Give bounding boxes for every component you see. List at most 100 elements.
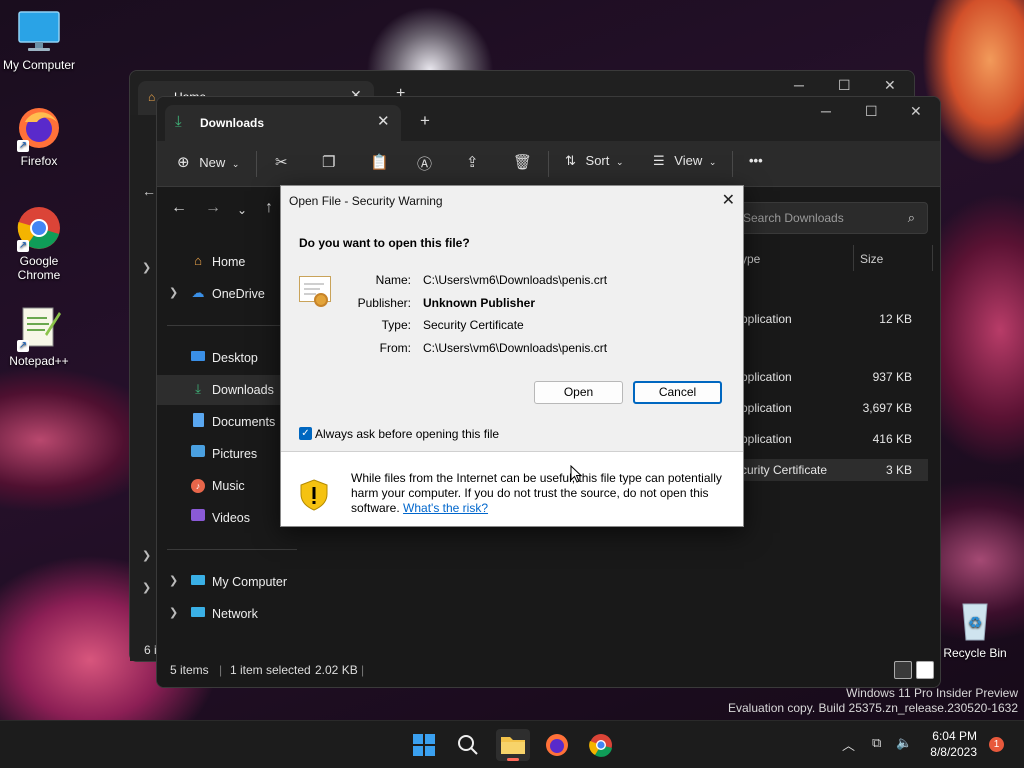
forward-arrow-icon[interactable]: → [205,199,221,217]
paste-icon[interactable]: 📋 [370,153,389,171]
tiles-view-button[interactable] [916,661,934,679]
always-ask-checkbox[interactable]: ✓ [299,427,312,440]
warning-text: While files from the Internet can be use… [351,471,731,516]
chevron-right-icon[interactable]: ❯ [169,606,178,619]
view-button[interactable]: ☰ View ⌄ [653,153,716,169]
maximize-icon[interactable]: ☐ [838,77,851,94]
back-arrow-icon[interactable]: ← [142,183,156,199]
clock[interactable]: 6:04 PM 8/8/2023 [930,728,977,760]
status-bar: 5 items | 1 item selected 2.02 KB | [157,653,940,687]
back-arrow-icon[interactable]: ← [171,199,187,217]
cancel-button[interactable]: Cancel [633,381,722,404]
sidebar-item-my-computer[interactable]: ❯ My Computer [157,567,315,597]
search-placeholder: Search Downloads [743,211,844,225]
field-value-type: Security Certificate [423,318,524,332]
search-button[interactable] [451,729,485,761]
field-label-from: From: [379,341,411,355]
chrome-icon: ↗ [15,204,63,252]
close-icon[interactable]: ✕ [884,77,896,94]
always-ask-label[interactable]: Always ask before opening this file [315,427,499,441]
notification-badge[interactable]: 1 [989,737,1004,752]
desktop-icon-label: My Computer [2,58,76,72]
volume-icon[interactable]: 🔈 [896,735,912,751]
sort-button[interactable]: ⇅ Sort ⌄ [565,153,624,169]
tab-close-icon[interactable]: ✕ [377,112,390,130]
column-header-size[interactable]: Size [860,252,883,266]
field-label-name: Name: [375,273,411,287]
security-warning-dialog[interactable]: Open File - Security Warning ✕ Do you wa… [280,185,744,527]
chevron-right-icon[interactable]: ❯ [142,549,151,562]
file-type: pplication [741,401,792,415]
network-icon[interactable]: ⧉ [872,735,881,751]
chevron-down-icon[interactable]: ⌄ [237,203,247,217]
explorer-titlebar: ⤓ Downloads ✕ + ─ ☐ ✕ [157,97,940,141]
desktop-icon [190,349,206,365]
toolbar-separator [256,151,257,177]
delete-icon[interactable]: 🗑 [513,153,532,171]
svg-text:♻: ♻ [968,613,982,632]
music-icon: ♪ [190,477,206,493]
search-icon: ⌕ [907,210,915,225]
chevron-right-icon[interactable]: ❯ [142,581,151,594]
notepad-plus-plus-icon: ↗ [15,304,63,352]
desktop-icon-my-computer[interactable]: My Computer [0,8,78,72]
open-button[interactable]: Open [534,381,623,404]
desktop-icon-recycle-bin[interactable]: ♻ Recycle Bin [936,596,1014,660]
sidebar-item-label: Downloads [212,383,274,397]
close-icon[interactable]: ✕ [722,190,735,210]
show-hidden-icons-chevron-icon[interactable]: ︿ [842,735,855,754]
sort-icon: ⇅ [565,153,576,168]
copy-icon[interactable]: ❐ [322,153,335,171]
firefox-taskbar-button[interactable] [540,729,574,761]
clock-time: 6:04 PM [932,729,977,743]
close-icon[interactable]: ✕ [910,103,922,120]
sidebar-item-label: Pictures [212,447,258,461]
windows-logo-icon [413,734,435,756]
chevron-down-icon: ⌄ [708,157,717,167]
field-value-publisher: Unknown Publisher [423,296,536,310]
tab-downloads[interactable]: ⤓ Downloads ✕ [165,105,401,141]
desktop-icon-firefox[interactable]: ↗ Firefox [0,104,78,168]
sidebar-item-network[interactable]: ❯ Network [157,599,315,629]
monitor-icon [15,8,63,56]
desktop-icon-notepad-plus-plus[interactable]: ↗ Notepad++ [0,304,78,368]
minimize-icon[interactable]: ─ [794,77,804,93]
chevron-right-icon[interactable]: ❯ [142,261,151,274]
status-item-count: 5 items [170,663,209,677]
file-explorer-button[interactable] [496,729,530,761]
share-icon[interactable]: ⇪ [466,153,479,171]
whats-the-risk-link[interactable]: What's the risk? [403,501,488,515]
desktop-icon-label: Recycle Bin [943,646,1007,660]
chevron-right-icon[interactable]: ❯ [169,286,178,299]
shortcut-arrow-icon: ↗ [17,140,29,152]
new-button[interactable]: ⊕ New ⌄ [177,153,239,171]
rename-icon[interactable]: Ⓐ [417,153,432,174]
mouse-cursor-icon [570,465,582,483]
desktop-icon-google-chrome[interactable]: ↗ Google Chrome [0,204,78,282]
search-input[interactable]: Search Downloads ⌕ [732,202,928,234]
new-tab-icon[interactable]: + [420,111,430,131]
taskbar: ︿ ⧉ 🔈 6:04 PM 8/8/2023 1 [0,720,1024,768]
cloud-icon: ☁ [191,285,205,300]
more-options-icon[interactable]: ••• [749,153,763,168]
search-icon [458,735,478,755]
maximize-icon[interactable]: ☐ [865,103,878,120]
toolbar-separator [732,151,733,177]
dialog-warning-panel: While files from the Internet can be use… [281,452,743,526]
start-button[interactable] [407,729,441,761]
clock-date: 8/8/2023 [930,745,977,759]
file-type: pplication [741,432,792,446]
cut-icon[interactable]: ✂ [275,153,288,171]
home-icon: ⌂ [194,253,202,268]
field-value-from: C:\Users\vm6\Downloads\penis.crt [423,341,608,355]
network-icon [190,605,206,621]
sidebar-item-label: Home [212,255,246,269]
file-size: 416 KB [872,432,912,446]
chevron-right-icon[interactable]: ❯ [169,574,178,587]
up-arrow-icon[interactable]: ↑ [265,199,273,217]
sidebar-item-label: Network [212,607,258,621]
details-view-button[interactable] [894,661,912,679]
home-icon: ⌂ [148,90,156,104]
minimize-icon[interactable]: ─ [821,103,831,119]
chrome-taskbar-button[interactable] [584,729,618,761]
